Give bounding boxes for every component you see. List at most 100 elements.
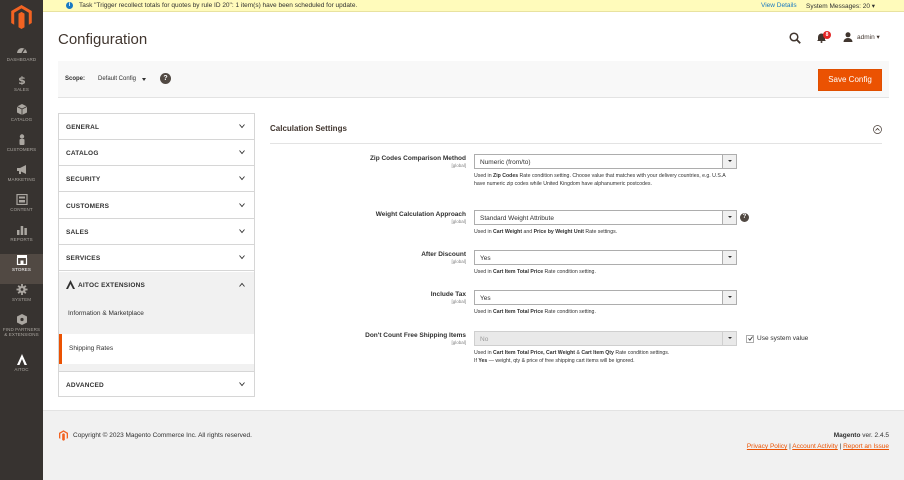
tab-security[interactable]: SECURITY <box>59 166 254 192</box>
page-title: Configuration <box>58 31 148 48</box>
zip-comparison-select[interactable]: Numeric (from/to) <box>474 154 737 169</box>
user-menu[interactable]: admin ▾ <box>857 33 880 41</box>
note-text: Used in <box>474 229 494 235</box>
tab-advanced[interactable]: ADVANCED <box>59 371 254 397</box>
note-bold: Yes <box>478 357 488 364</box>
tab-label: CUSTOMERS <box>66 203 110 210</box>
select-arrow <box>722 211 736 224</box>
nav-system[interactable]: SYSTEM <box>0 284 43 314</box>
dashboard-icon <box>16 48 27 54</box>
tab-customers[interactable]: CUSTOMERS <box>59 193 254 219</box>
dollar-icon: $ <box>18 74 26 85</box>
chevron-down-icon <box>239 203 245 208</box>
chevron-down-icon[interactable] <box>142 78 146 81</box>
note-bold: Cart Item Total Price, Cart Weight <box>493 350 575 356</box>
nav-stores[interactable]: STORES <box>0 254 43 284</box>
include-tax-select[interactable]: Yes <box>474 290 737 305</box>
svg-text:$: $ <box>18 74 26 85</box>
notice-message: Task "Trigger recollect totals for quote… <box>79 2 358 9</box>
sub-item-shipping-rates[interactable]: Shipping Rates <box>59 334 254 364</box>
nav-aitoc[interactable]: AITOC <box>0 354 43 384</box>
nav-reports[interactable]: REPORTS <box>0 224 43 254</box>
chevron-down-icon <box>239 382 245 387</box>
field-note: Used in Cart Item Total Price Rate condi… <box>474 269 734 277</box>
note-bold: Cart Item Total Price <box>493 269 544 275</box>
sub-item-information-marketplace[interactable]: Information & Marketplace <box>59 299 254 329</box>
chevron-down-icon <box>239 124 245 129</box>
chevron-down-icon <box>239 150 245 155</box>
help-icon[interactable]: ? <box>740 213 749 222</box>
chevron-down-icon <box>239 176 245 181</box>
nav-content[interactable]: CONTENT <box>0 194 43 224</box>
nav-label: DASHBOARD <box>6 57 37 62</box>
field-scope: [global] <box>451 259 466 264</box>
view-details-link[interactable]: View Details <box>761 2 797 9</box>
system-messages-label: System Messages: 20 <box>806 3 870 10</box>
tab-services[interactable]: SERVICES <box>59 245 254 271</box>
scope-switcher[interactable]: Default Config <box>98 76 136 82</box>
nav-label: SALES <box>13 87 29 92</box>
collapse-icon[interactable] <box>873 125 882 134</box>
nav-label: MARKETING <box>7 177 36 182</box>
admin-menu: DASHBOARD $ SALES CATALOG CUSTOMERS MARK… <box>0 0 43 480</box>
chevron-down-icon <box>239 255 245 260</box>
notifications-count-badge: 8 <box>823 31 831 39</box>
note-text: Used in <box>474 173 494 179</box>
help-icon[interactable]: ? <box>160 73 171 84</box>
store-icon <box>16 255 27 265</box>
system-messages-dropdown[interactable]: System Messages: 20 ▾ <box>806 2 875 10</box>
tab-sales[interactable]: SALES <box>59 219 254 245</box>
note-text: Rate condition settings. <box>613 350 670 356</box>
nav-customers[interactable]: CUSTOMERS <box>0 134 43 164</box>
nav-dashboard[interactable]: DASHBOARD <box>0 44 43 74</box>
tab-label: AITOC EXTENSIONS <box>78 282 146 289</box>
nav-sales[interactable]: $ SALES <box>0 74 43 104</box>
checkmark-icon <box>748 336 753 341</box>
chevron-down-icon <box>728 216 732 218</box>
privacy-policy-link[interactable]: Privacy Policy <box>747 443 787 450</box>
user-icon[interactable] <box>843 32 853 42</box>
aitoc-icon <box>16 354 27 365</box>
cube-icon <box>16 104 27 115</box>
copyright-text: Copyright © 2023 Magento Commerce Inc. A… <box>73 432 252 439</box>
nav-label: SYSTEM <box>11 297 32 302</box>
field-scope: [global] <box>451 299 466 304</box>
field-label: Weight Calculation Approach <box>375 211 466 218</box>
nav-marketing[interactable]: MARKETING <box>0 164 43 194</box>
chevron-down-icon: ▾ <box>876 34 880 41</box>
magento-logo-icon[interactable] <box>11 5 32 29</box>
field-scope: [global] <box>451 340 466 345</box>
account-activity-link[interactable]: Account Activity <box>792 443 838 450</box>
note-text: Used in <box>474 269 494 275</box>
nav-find-partners[interactable]: FIND PARTNERS & EXTENSIONS <box>0 314 43 344</box>
tab-aitoc-extensions[interactable]: AITOC EXTENSIONS <box>59 272 254 300</box>
section-title-calculation-settings[interactable]: Calculation Settings <box>270 124 347 133</box>
person-icon <box>19 134 24 145</box>
after-discount-select[interactable]: Yes <box>474 250 737 265</box>
free-shipping-select[interactable]: No <box>474 331 737 346</box>
page-footer: Copyright © 2023 Magento Commerce Inc. A… <box>43 410 904 480</box>
weight-calculation-select[interactable]: Standard Weight Attribute <box>474 210 737 225</box>
note-bold: Cart Item Total Price <box>493 309 544 315</box>
nav-label: STORES <box>11 267 32 272</box>
select-arrow <box>722 291 736 304</box>
search-icon[interactable] <box>789 32 801 44</box>
report-issue-link[interactable]: Report an Issue <box>843 443 889 450</box>
use-system-value-label[interactable]: Use system value <box>757 335 808 342</box>
nav-label: & EXTENSIONS <box>4 332 39 337</box>
note-text: and <box>522 229 534 235</box>
footer-links: Privacy Policy | Account Activity | Repo… <box>747 443 889 450</box>
note-text: Rate condition setting. <box>543 269 596 275</box>
chevron-down-icon <box>728 337 732 339</box>
select-arrow <box>722 155 736 168</box>
tab-general[interactable]: GENERAL <box>59 114 254 140</box>
use-system-value-checkbox[interactable] <box>746 335 754 343</box>
save-config-button[interactable]: Save Config <box>818 69 882 91</box>
nav-label: REPORTS <box>10 237 33 242</box>
gear-icon <box>16 284 27 295</box>
field-label: After Discount <box>421 251 466 258</box>
nav-label: CUSTOMERS <box>6 147 37 152</box>
aitoc-submenu: Information & Marketplace Shipping Rates <box>59 299 254 371</box>
tab-catalog[interactable]: CATALOG <box>59 140 254 166</box>
nav-catalog[interactable]: CATALOG <box>0 104 43 134</box>
